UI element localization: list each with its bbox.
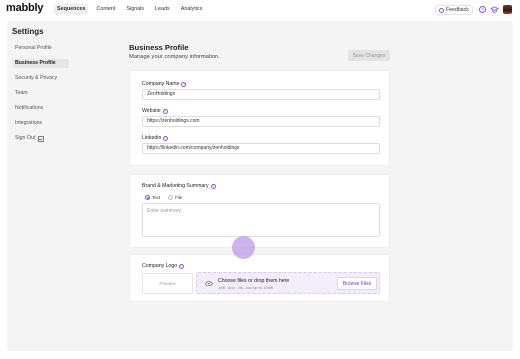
info-icon[interactable]: i [163, 135, 169, 141]
main-nav: Sequences Content Signals Leads Analytic… [54, 4, 205, 14]
settings-sidebar: Personal Profile Business Profile Securi… [13, 44, 69, 149]
company-info-card: Company Name i ZenHoldings Website i htt… [129, 70, 390, 166]
radio-file[interactable]: File [168, 195, 182, 200]
settings-panel: Settings Personal Profile Business Profi… [7, 21, 513, 351]
top-navigation-bar: mabbly Sequences Content Signals Leads A… [0, 0, 520, 20]
feedback-button[interactable]: Feedback [435, 5, 473, 15]
sidebar-item-business-profile[interactable]: Business Profile [13, 59, 69, 68]
sign-out-label: Sign Out [15, 135, 36, 141]
company-logo-label: Company Logo i [142, 263, 185, 269]
radio-text[interactable]: Text [145, 195, 160, 200]
feedback-icon [439, 7, 444, 13]
radio-file-label: File [175, 195, 183, 200]
nav-item-content[interactable]: Content [93, 4, 118, 14]
avatar[interactable] [503, 5, 512, 14]
brand-summary-label-text: Brand & Marketing Summary [142, 183, 209, 189]
save-changes-button[interactable]: Save Changes [348, 50, 390, 61]
linkedin-label-text: Linkedin [142, 135, 162, 141]
brand-summary-label: Brand & Marketing Summary i [142, 183, 216, 189]
logo-preview: Preview [142, 273, 193, 294]
page-title: Business Profile [129, 43, 189, 52]
company-name-label: Company Name i [142, 81, 187, 87]
settings-title: Settings [12, 27, 44, 36]
sign-out-icon [38, 135, 45, 142]
app-logo[interactable]: mabbly [6, 2, 44, 14]
sidebar-item-team[interactable]: Team [13, 89, 69, 98]
brand-summary-card: Brand & Marketing Summary i Text File En… [129, 174, 390, 248]
sidebar-item-integrations[interactable]: Integrations [13, 119, 69, 128]
website-input[interactable]: https://zenholdings.com [142, 116, 380, 127]
browse-files-button[interactable]: Browse Files [337, 277, 377, 290]
company-name-input[interactable]: ZenHoldings [142, 89, 380, 100]
drop-zone-hint: .pdf, .doc, .xls, .csv up to 10mb [218, 285, 274, 290]
summary-mode-radio-group: Text File [145, 195, 182, 200]
info-icon[interactable]: i [181, 81, 187, 87]
summary-textarea[interactable]: Enter summary [142, 203, 380, 237]
linkedin-label: Linkedin i [142, 135, 169, 141]
company-name-label-text: Company Name [142, 81, 180, 87]
nav-item-analytics[interactable]: Analytics [178, 4, 206, 14]
radio-text-indicator [145, 195, 150, 200]
drop-zone-title: Choose files or drop them here [218, 278, 290, 284]
sidebar-item-notifications[interactable]: Notifications [13, 104, 69, 113]
info-icon[interactable]: i [179, 263, 185, 269]
info-icon[interactable]: i [210, 183, 216, 189]
nav-item-leads[interactable]: Leads [152, 4, 173, 14]
sidebar-item-sign-out[interactable]: Sign Out [13, 134, 69, 143]
company-logo-label-text: Company Logo [142, 263, 178, 269]
sidebar-item-security-privacy[interactable]: Security & Privacy [13, 74, 69, 83]
file-drop-zone[interactable]: Choose files or drop them here .pdf, .do… [196, 272, 380, 294]
page-subtitle: Manage your company information. [129, 54, 220, 60]
sidebar-item-personal-profile[interactable]: Personal Profile [13, 44, 69, 53]
radio-file-indicator [168, 195, 174, 200]
website-label: Website i [142, 108, 168, 114]
nav-item-sequences[interactable]: Sequences [54, 4, 89, 14]
nav-item-signals[interactable]: Signals [123, 4, 147, 14]
website-label-text: Website [142, 108, 161, 114]
cloud-upload-icon [205, 280, 213, 286]
company-logo-card: Company Logo i Preview Choose files or d… [129, 254, 390, 302]
info-icon[interactable]: i [162, 108, 168, 114]
feedback-label: Feedback [446, 7, 469, 13]
help-icon[interactable]: ? [479, 6, 486, 13]
cursor-indicator [232, 236, 255, 259]
learn-icon[interactable] [490, 5, 499, 14]
linkedin-input[interactable]: https://linkedin.com/company/zenholdings [142, 143, 380, 154]
radio-text-label: Text [152, 195, 161, 200]
